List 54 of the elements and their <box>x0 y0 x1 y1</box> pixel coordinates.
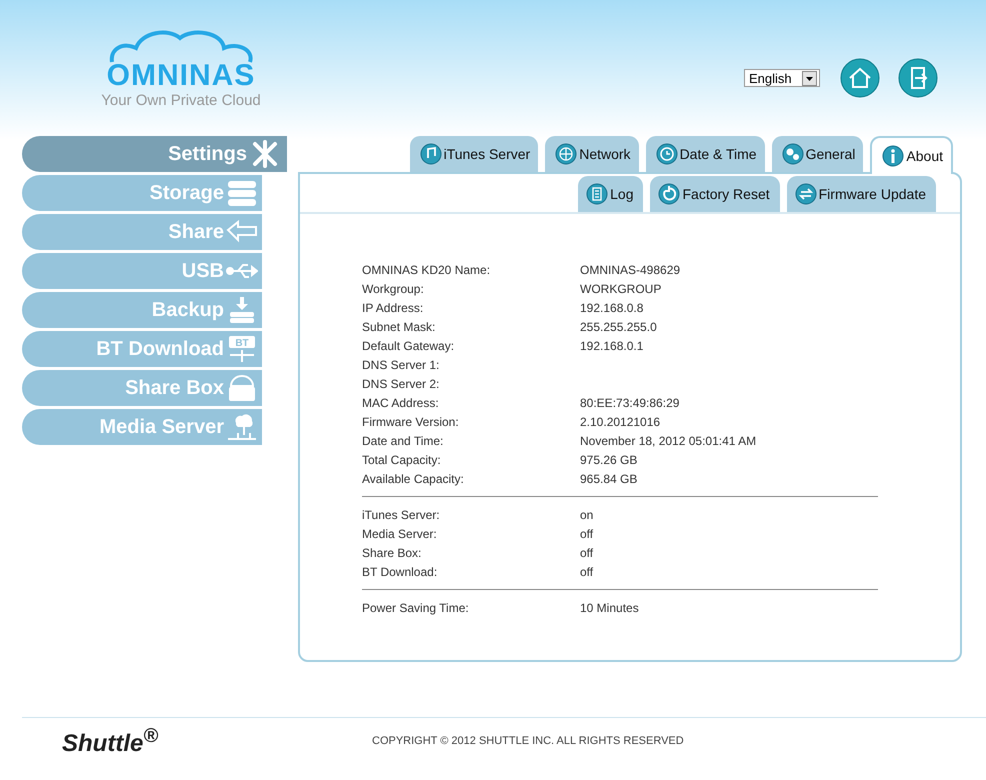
tab[interactable]: Network <box>545 136 639 172</box>
info-label: Media Server: <box>362 526 438 540</box>
info-icon <box>882 145 904 167</box>
info-value: 2.10.20121016 <box>580 414 660 428</box>
info-label: MAC Address: <box>362 396 440 410</box>
info-label: DNS Server 1: <box>362 358 440 372</box>
subtab[interactable]: Firmware Update <box>786 176 936 212</box>
home-icon[interactable] <box>840 58 880 98</box>
info-value: 192.168.0.1 <box>580 338 644 352</box>
tab[interactable]: General <box>772 136 864 172</box>
subtab[interactable]: Log <box>578 176 644 212</box>
info-value: November 18, 2012 05:01:41 AM <box>580 434 756 448</box>
info-value: OMNINAS-498629 <box>580 262 680 276</box>
stacked-disks-icon <box>226 179 258 207</box>
info-label: Date and Time: <box>362 434 444 448</box>
info-label: Available Capacity: <box>362 472 465 486</box>
two-arrows-icon <box>794 183 817 205</box>
info-label: DNS Server 2: <box>362 376 440 390</box>
brand-logo: Shuttle$^{®}$ <box>62 724 160 758</box>
tab[interactable]: About <box>870 136 953 174</box>
info-value: off <box>580 546 594 560</box>
info-label: Subnet Mask: <box>362 320 436 334</box>
info-label: Firmware Version: <box>362 414 460 428</box>
logout-icon[interactable] <box>898 58 938 98</box>
info-value: WORKGROUP <box>580 282 662 296</box>
tagline: Your Own Private Cloud <box>101 92 261 110</box>
info-label: Workgroup: <box>362 282 425 296</box>
logo-text: OMNINAS <box>106 60 256 92</box>
info-value: 10 Minutes <box>580 600 639 614</box>
info-value: 192.168.0.8 <box>580 300 644 314</box>
language-select[interactable]: English <box>744 69 820 87</box>
info-label: BT Download: <box>362 564 438 578</box>
copyright-text: COPYRIGHT © 2012 SHUTTLE INC. ALL RIGHTS RESERVED <box>372 735 684 747</box>
info-value: off <box>580 564 594 578</box>
info-value: 965.84 GB <box>580 472 638 486</box>
info-label: iTunes Server: <box>362 508 441 522</box>
info-value: 80:EE:73:49:86:29 <box>580 396 680 410</box>
document-icon <box>586 183 608 205</box>
clock-icon <box>656 143 678 165</box>
info-label: Default Gateway: <box>362 338 456 352</box>
subtab[interactable]: Factory Reset <box>650 176 780 212</box>
globe-icon <box>555 143 578 165</box>
info-label: Power Saving Time: <box>362 600 470 614</box>
info-value: on <box>580 508 594 522</box>
info-value: 255.255.255.0 <box>580 320 657 334</box>
info-value: off <box>580 526 594 540</box>
info-label: OMNINAS KD20 Name: <box>362 262 492 276</box>
info-label: IP Address: <box>362 300 424 314</box>
tab[interactable]: iTunes Server <box>410 136 538 172</box>
info-label: Total Capacity: <box>362 452 442 466</box>
cloud-network-icon <box>226 413 258 441</box>
info-value: 975.26 GB <box>580 452 638 466</box>
info-label: Share Box: <box>362 546 422 560</box>
tab[interactable]: Date & Time <box>646 136 765 172</box>
